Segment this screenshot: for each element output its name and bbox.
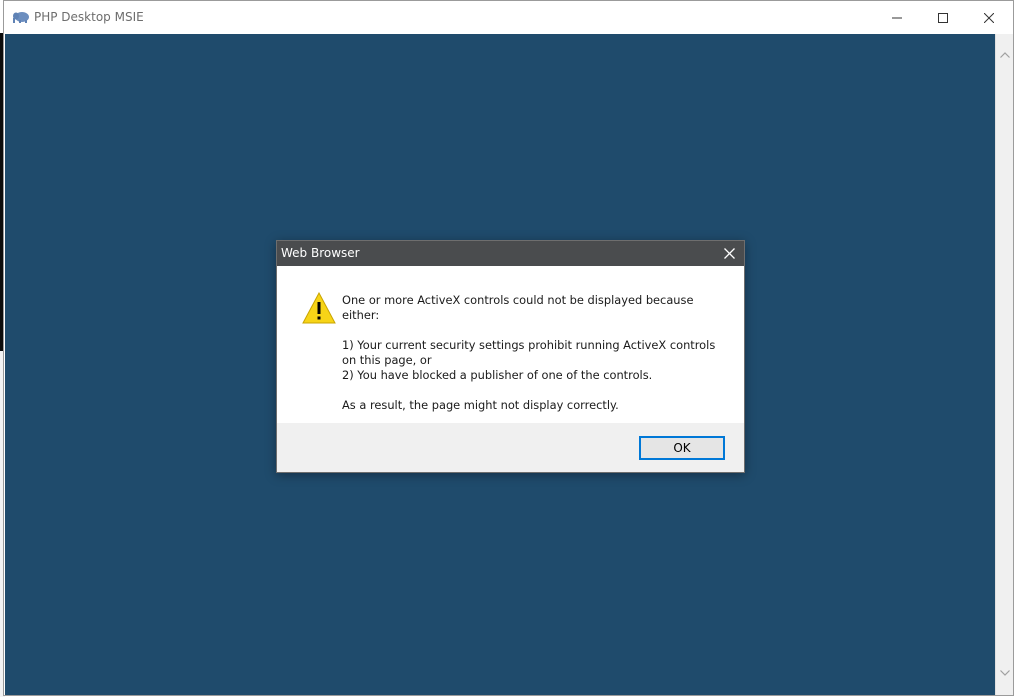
close-button[interactable] <box>966 1 1012 34</box>
dialog-close-button[interactable] <box>714 241 744 266</box>
elephant-icon <box>13 12 29 23</box>
close-icon <box>723 248 735 259</box>
message-line-2: 1) Your current security settings prohib… <box>342 338 716 367</box>
chevron-down-icon <box>999 669 1010 676</box>
title-bar[interactable]: PHP Desktop MSIE <box>4 1 1013 34</box>
dialog-footer: OK <box>277 423 744 472</box>
dialog-title: Web Browser <box>281 246 360 260</box>
maximize-icon <box>938 12 948 23</box>
dialog-message: One or more ActiveX controls could not b… <box>342 293 727 413</box>
minimize-icon <box>892 17 902 18</box>
message-line-3: 2) You have blocked a publisher of one o… <box>342 368 653 382</box>
activex-warning-dialog: Web Browser One or more ActiveX controls… <box>276 240 745 473</box>
close-icon <box>984 12 994 23</box>
minimize-button[interactable] <box>874 1 920 34</box>
vertical-scrollbar[interactable] <box>995 34 1013 695</box>
chevron-up-icon <box>999 51 1010 58</box>
scroll-up-button[interactable] <box>996 46 1013 63</box>
message-line-1: One or more ActiveX controls could not b… <box>342 293 694 322</box>
window-title: PHP Desktop MSIE <box>34 10 144 24</box>
maximize-button[interactable] <box>920 1 966 34</box>
dialog-body: One or more ActiveX controls could not b… <box>277 266 744 423</box>
ok-button[interactable]: OK <box>639 436 725 460</box>
warning-icon <box>302 292 336 324</box>
message-line-4: As a result, the page might not display … <box>342 398 619 412</box>
scroll-down-button[interactable] <box>996 664 1013 681</box>
dialog-title-bar[interactable]: Web Browser <box>277 241 744 266</box>
